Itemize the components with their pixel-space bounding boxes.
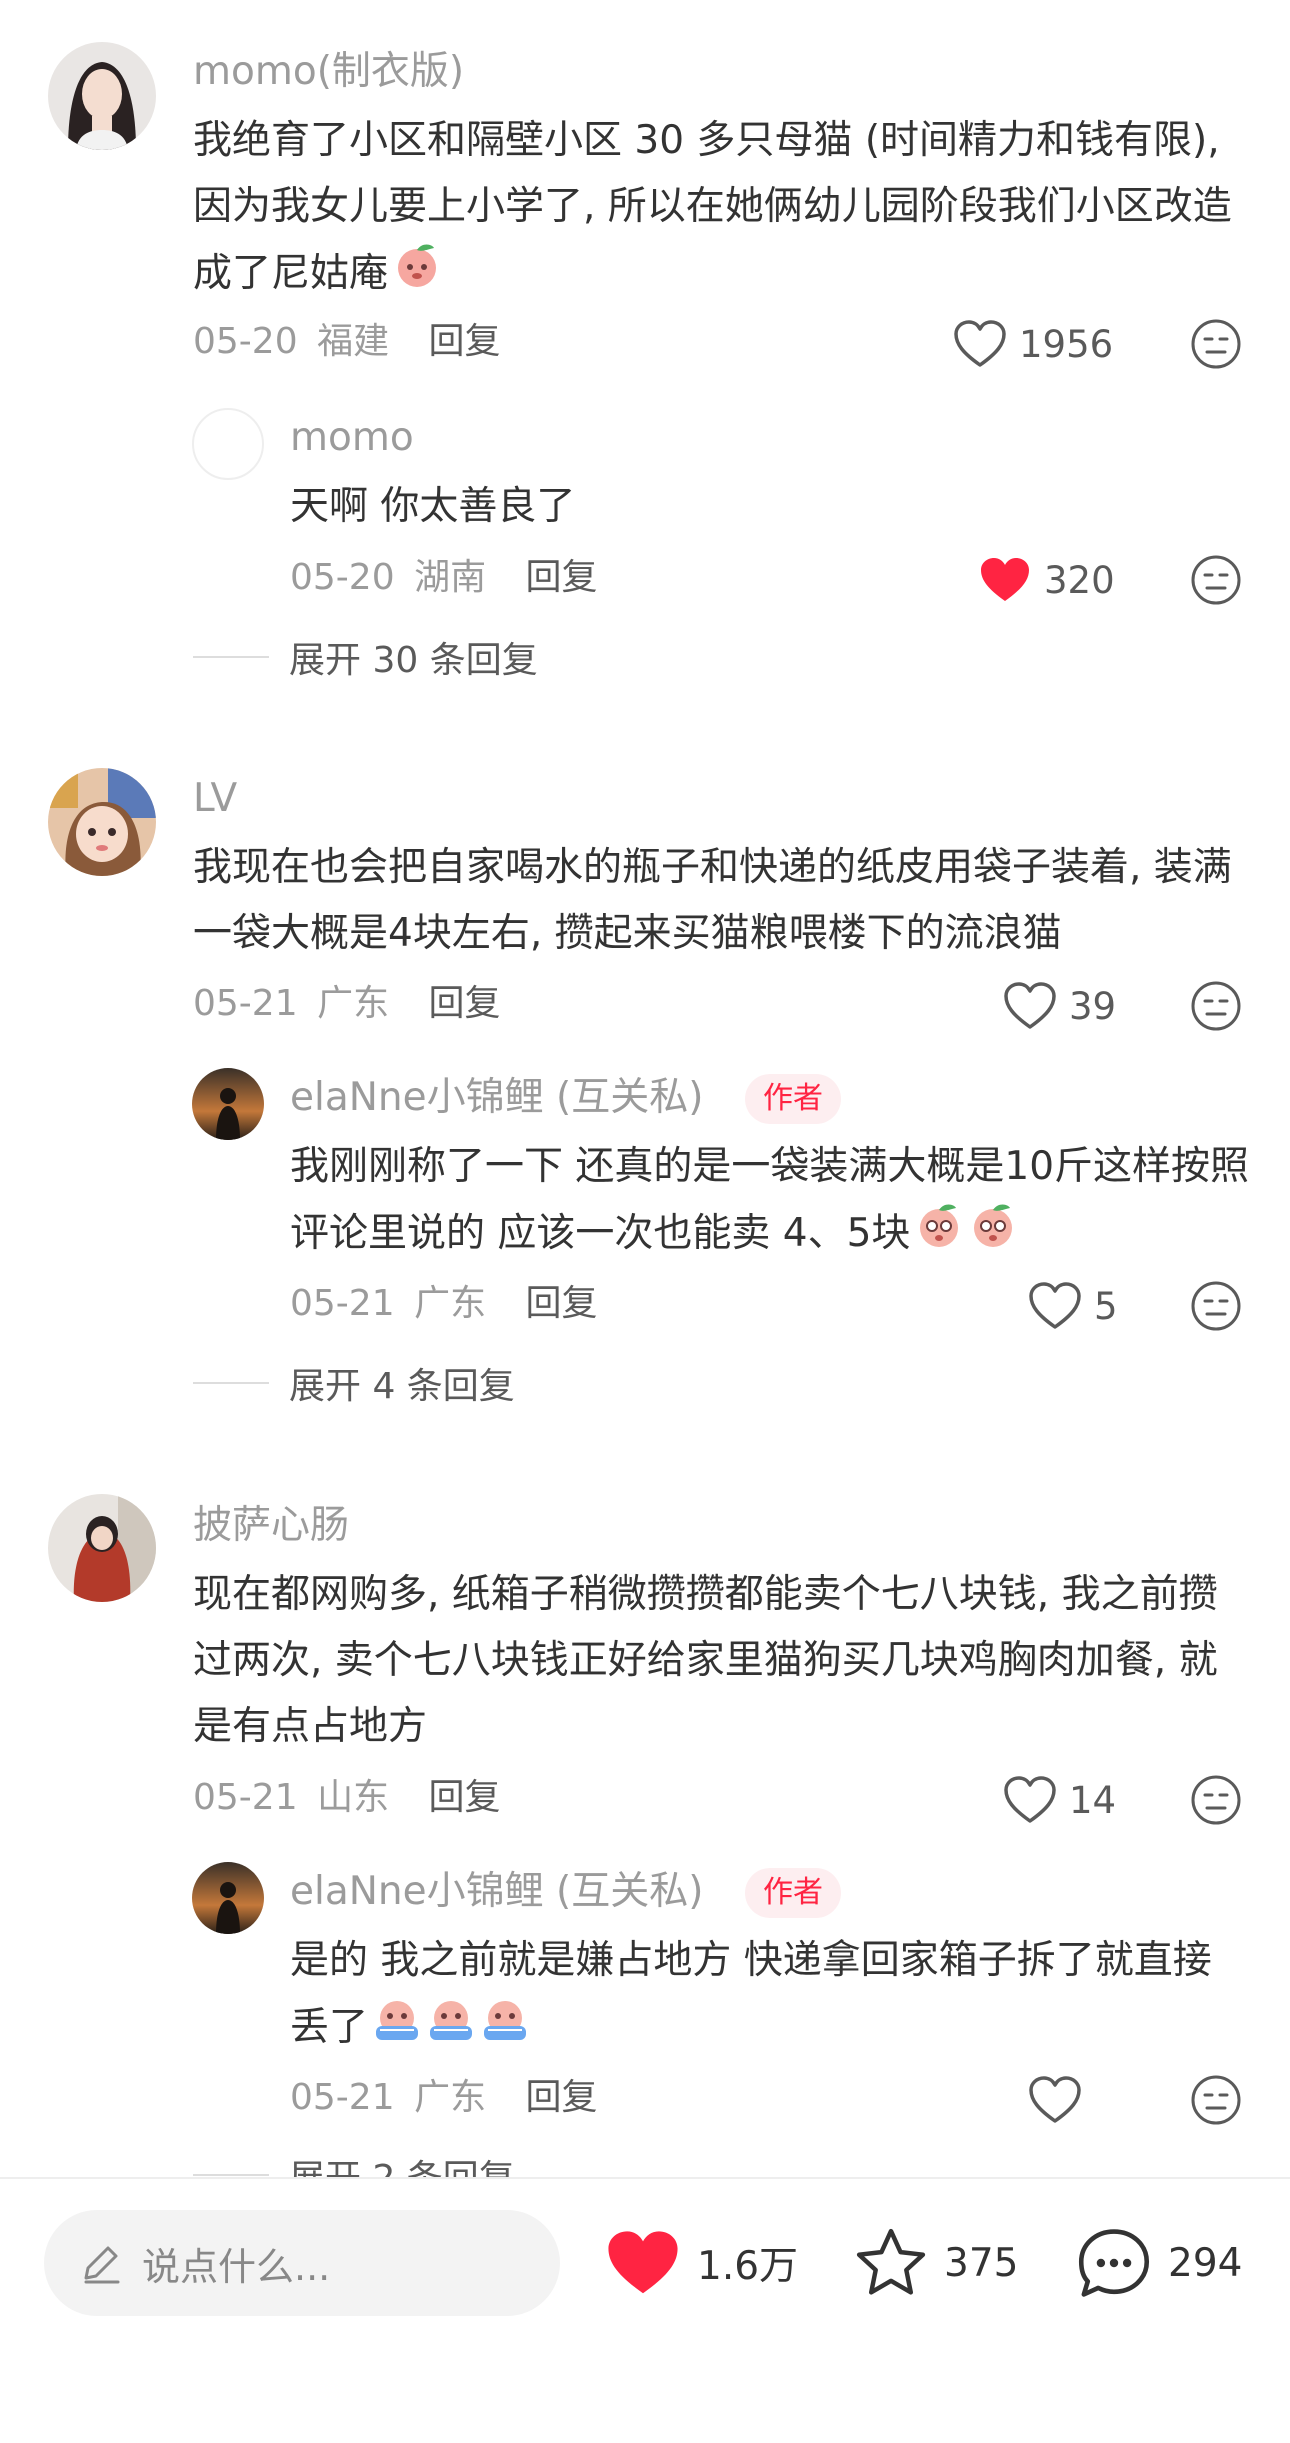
emoji-react-icon[interactable] — [1190, 1774, 1242, 1826]
reply-text: 天啊 你太善良了 — [290, 484, 576, 529]
heart-outline-icon — [1029, 2076, 1081, 2123]
emoji-react-icon[interactable] — [1190, 980, 1242, 1032]
comments-button[interactable]: 294 — [1074, 2210, 1242, 2316]
like-button[interactable]: 1956 — [953, 314, 1113, 374]
like-count: 39 — [1069, 984, 1117, 1028]
avatar[interactable] — [192, 1068, 264, 1140]
comment-text: 我绝育了小区和隔壁小区 30 多只母猫 (时间精力和钱有限), 因为我女儿要上小… — [193, 108, 1243, 311]
like-post-button[interactable]: 1.6万 — [603, 2210, 798, 2316]
favorite-count: 375 — [944, 2240, 1019, 2286]
comment-meta: 05-20 福建 回复 — [193, 320, 501, 364]
like-button[interactable]: 5 — [1028, 1276, 1118, 1336]
favorite-button[interactable]: 375 — [852, 2210, 1018, 2316]
reply-date: 05-20 — [290, 557, 395, 598]
like-count: 14 — [1069, 1778, 1117, 1822]
star-outline-icon — [856, 2228, 926, 2295]
avatar[interactable] — [192, 1862, 264, 1934]
comment-count: 294 — [1168, 2240, 1243, 2286]
emoji-react-icon[interactable] — [1190, 554, 1242, 606]
heart-outline-icon — [1004, 982, 1056, 1029]
comment-input[interactable]: 说点什么... — [44, 2210, 560, 2316]
expand-divider — [193, 656, 269, 658]
expand-replies-button[interactable]: 展开 30 条回复 — [193, 632, 538, 682]
chat-bubble-icon — [1078, 2229, 1150, 2297]
reply-button[interactable]: 回复 — [526, 557, 598, 598]
like-count: 5 — [1094, 1284, 1118, 1328]
comment-text: 现在都网购多, 纸箱子稍微攒攒都能卖个七八块钱, 我之前攒过两次, 卖个七八块钱… — [193, 1572, 1218, 1749]
heart-filled-icon — [981, 558, 1029, 601]
reply-username[interactable]: elaNne小锦鲤 (互关私) — [290, 1868, 703, 1916]
comment-date: 05-21 — [193, 1777, 298, 1818]
reply-text: 我刚刚称了一下 还真的是一袋装满大概是10斤这样按照评论里说的 应该一次也能卖 … — [290, 1134, 1250, 1271]
crying-emoji-icon — [426, 1994, 476, 2065]
heart-outline-icon — [1004, 1776, 1056, 1823]
heart-filled-icon — [608, 2231, 678, 2294]
expand-label: 展开 30 条回复 — [289, 640, 538, 681]
reply-button[interactable]: 回复 — [526, 2077, 598, 2118]
like-count: 1956 — [1019, 322, 1114, 366]
comment-meta: 05-21 广东 回复 — [193, 982, 501, 1026]
emoji-react-icon[interactable] — [1190, 1280, 1242, 1332]
reply-username[interactable]: elaNne小锦鲤 (互关私) — [290, 1074, 703, 1122]
author-badge: 作者 — [745, 1074, 841, 1124]
like-button[interactable] — [1028, 2070, 1094, 2130]
expand-divider — [193, 2174, 269, 2176]
reply-date: 05-21 — [290, 2077, 395, 2118]
comment-location: 广东 — [317, 983, 390, 1024]
reply-location: 广东 — [414, 2077, 487, 2118]
reply-meta: 05-20 湖南 回复 — [290, 556, 598, 600]
crying-emoji-icon — [372, 1994, 422, 2065]
comment-text-content: 我绝育了小区和隔壁小区 30 多只母猫 (时间精力和钱有限), 因为我女儿要上小… — [193, 118, 1232, 296]
heart-outline-icon — [1029, 1282, 1081, 1329]
reply-date: 05-21 — [290, 1283, 395, 1324]
heart-outline-icon — [954, 320, 1006, 367]
like-button[interactable]: 39 — [1003, 976, 1116, 1036]
crying-emoji-icon — [480, 1994, 530, 2065]
reply-meta: 05-21 广东 回复 — [290, 1282, 598, 1326]
emoji-react-icon[interactable] — [1190, 318, 1242, 370]
comment-input-placeholder: 说点什么... — [142, 2244, 331, 2289]
expand-label: 展开 4 条回复 — [289, 1366, 515, 1407]
comment-username[interactable]: momo(制衣版) — [193, 48, 464, 96]
like-button[interactable]: 14 — [1003, 1770, 1116, 1830]
emoji-react-icon[interactable] — [1190, 2074, 1242, 2126]
peach-crying-emoji-icon — [914, 1200, 964, 1271]
comment-text: 我现在也会把自家喝水的瓶子和快递的纸皮用袋子装着, 装满一袋大概是4块左右, 攒… — [193, 845, 1232, 956]
comment-date: 05-21 — [193, 983, 298, 1024]
comment-username[interactable]: LV — [193, 775, 237, 823]
reply-button[interactable]: 回复 — [429, 321, 501, 362]
peach-emoji-icon — [392, 240, 442, 311]
reply-username[interactable]: momo — [290, 414, 414, 462]
comment-location: 山东 — [317, 1777, 390, 1818]
peach-crying-emoji-icon — [968, 1200, 1018, 1271]
post-like-count: 1.6万 — [697, 2244, 799, 2289]
reply-button[interactable]: 回复 — [526, 1283, 598, 1324]
reply-location: 湖南 — [414, 557, 487, 598]
avatar[interactable] — [48, 1494, 156, 1602]
reply-button[interactable]: 回复 — [429, 983, 501, 1024]
comment-location: 福建 — [317, 321, 390, 362]
reply-button[interactable]: 回复 — [429, 1777, 501, 1818]
reply-text-content: 我刚刚称了一下 还真的是一袋装满大概是10斤这样按照评论里说的 应该一次也能卖 … — [290, 1144, 1250, 1256]
expand-divider — [193, 1382, 269, 1384]
comment-username[interactable]: 披萨心肠 — [193, 1502, 349, 1550]
author-badge: 作者 — [745, 1868, 841, 1918]
avatar[interactable] — [192, 408, 264, 480]
pencil-icon — [78, 2240, 124, 2286]
reply-location: 广东 — [414, 1283, 487, 1324]
like-count: 320 — [1044, 558, 1115, 602]
comment-meta: 05-21 山东 回复 — [193, 1776, 501, 1820]
comment-date: 05-20 — [193, 321, 298, 362]
reply-meta: 05-21 广东 回复 — [290, 2076, 598, 2120]
expand-replies-button[interactable]: 展开 4 条回复 — [193, 1358, 515, 1408]
avatar[interactable] — [48, 768, 156, 876]
reply-text: 是的 我之前就是嫌占地方 快递拿回家箱子拆了就直接丢了 — [290, 1928, 1250, 2065]
avatar[interactable] — [48, 42, 156, 150]
like-button[interactable]: 320 — [978, 550, 1115, 610]
